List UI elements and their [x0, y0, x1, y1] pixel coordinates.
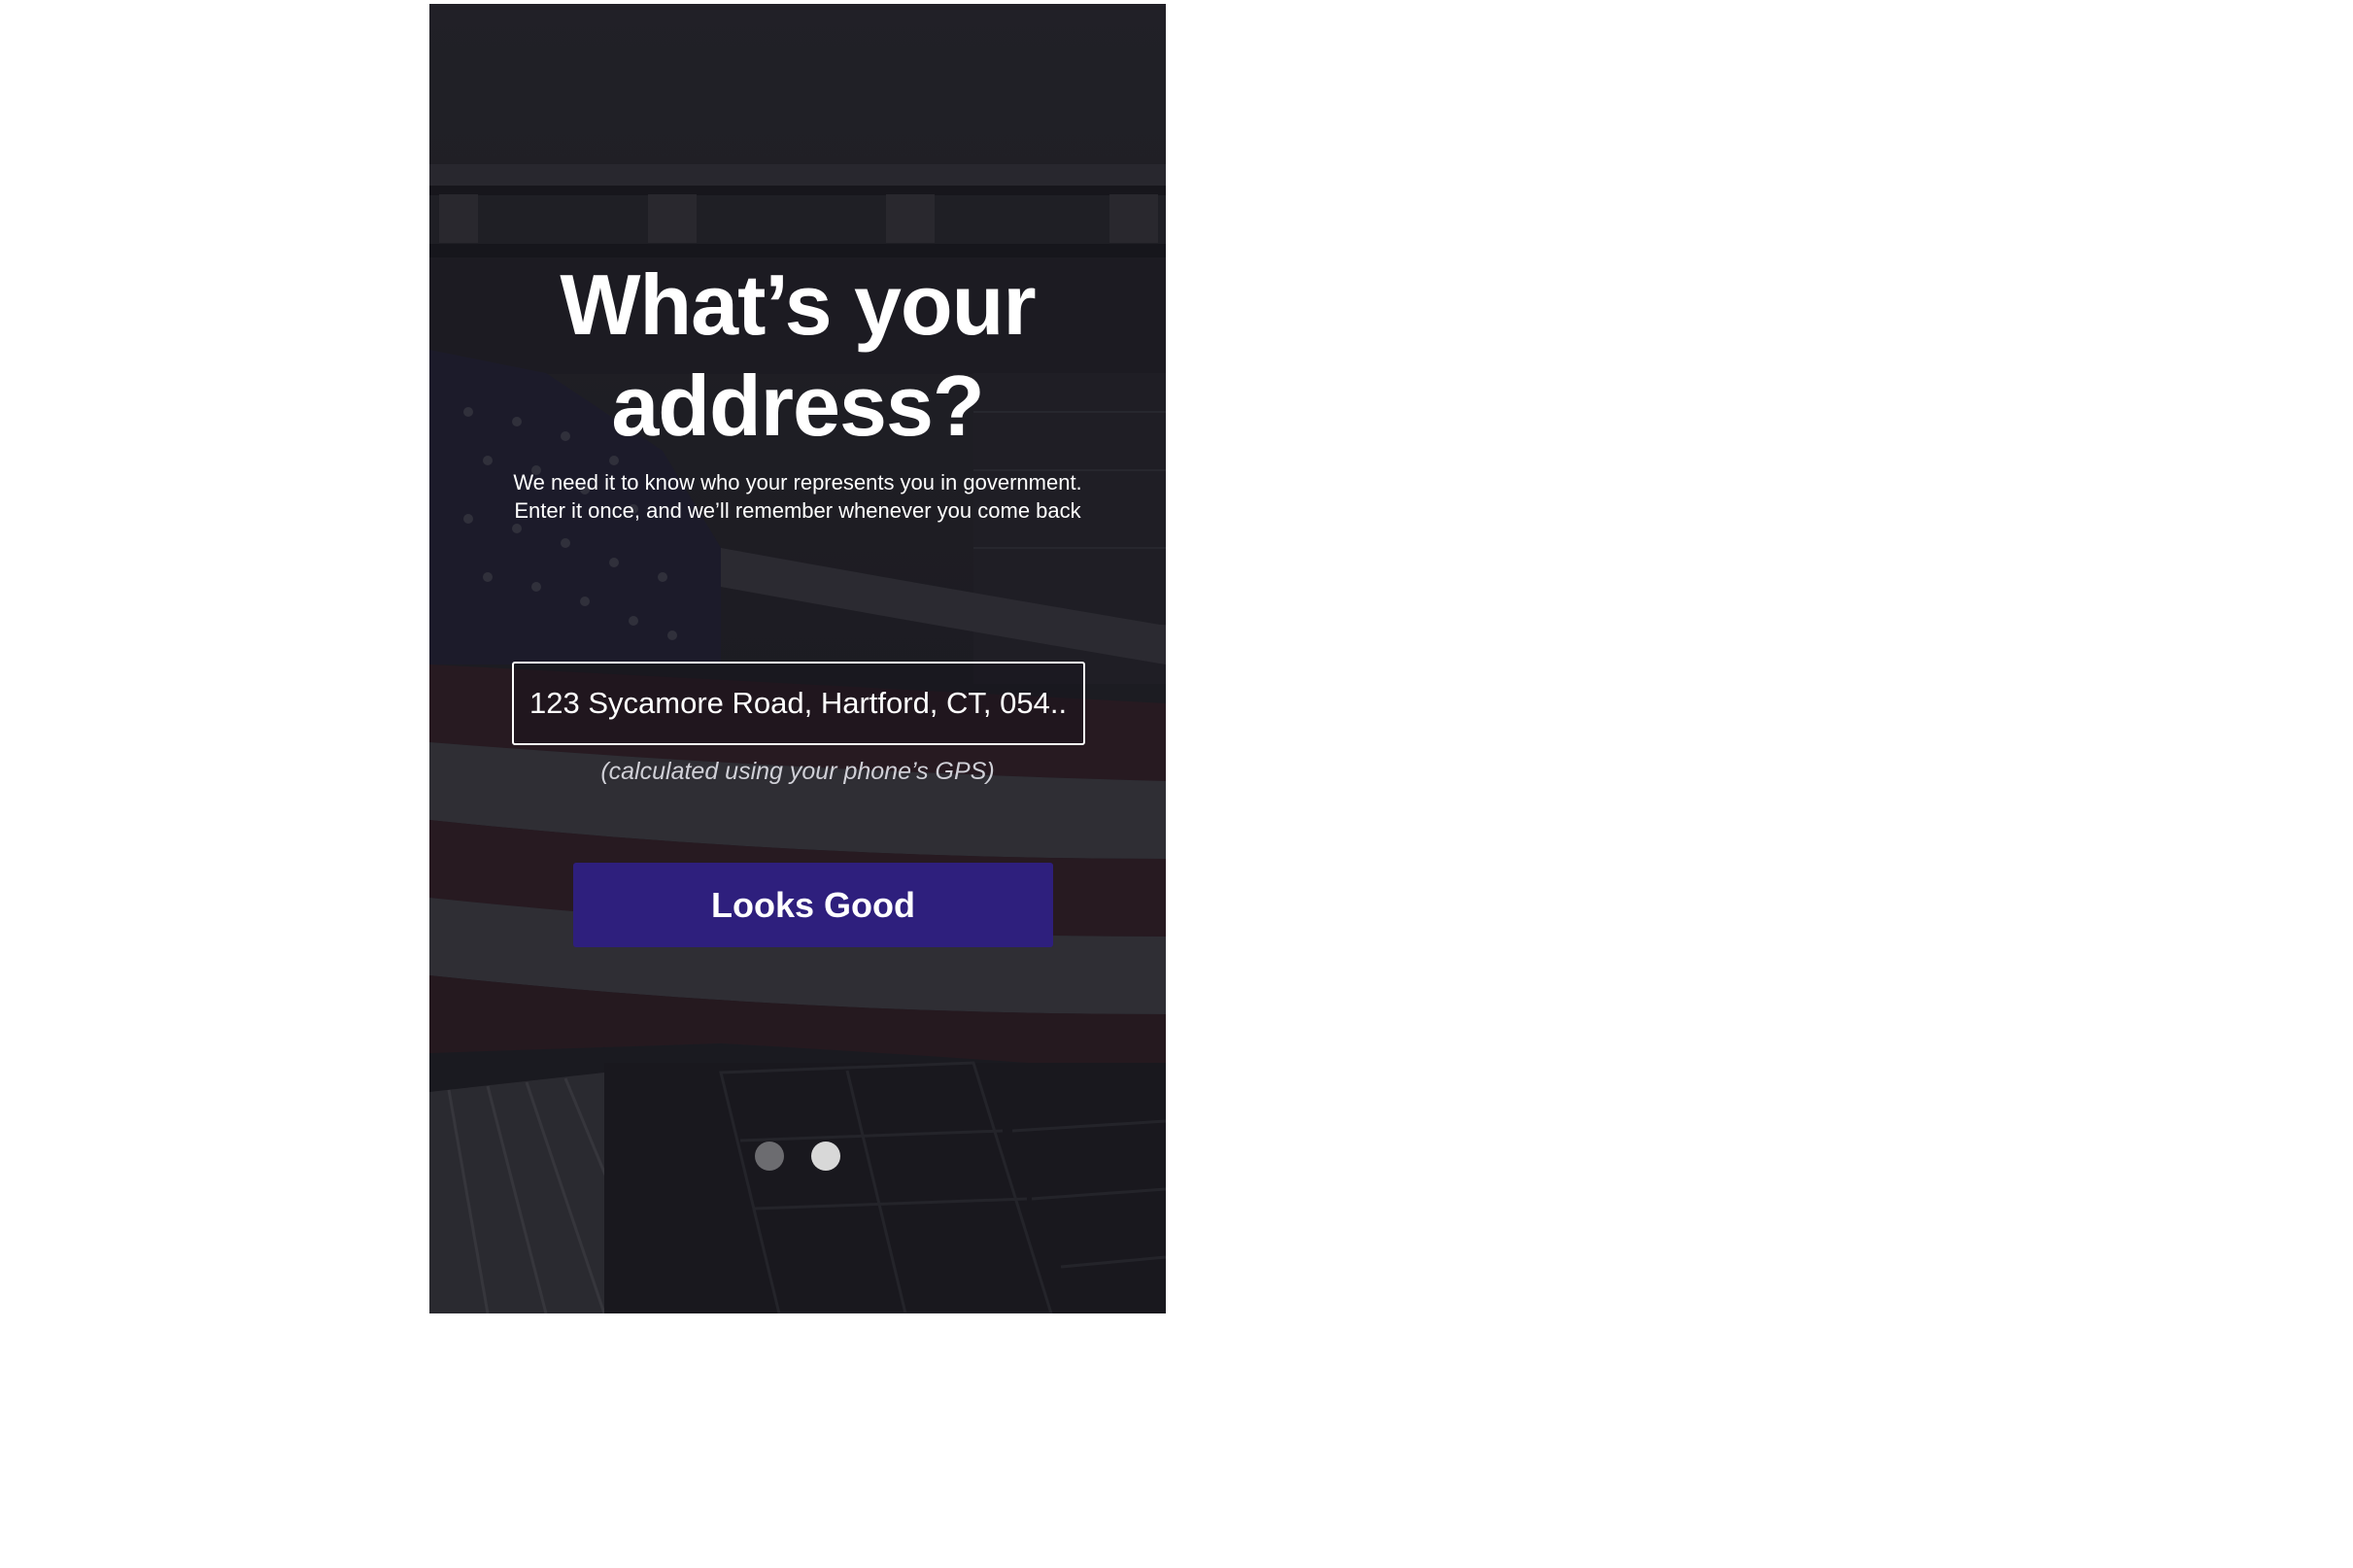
page-subtitle: We need it to know who your represents y…: [449, 468, 1146, 525]
subtitle-line-1: We need it to know who your represents y…: [513, 470, 1082, 494]
onboarding-screen: What’s your address? We need it to know …: [429, 4, 1166, 1313]
title-line-2: address?: [611, 358, 984, 454]
page-dot-1[interactable]: [755, 1142, 784, 1171]
gps-note: (calculated using your phone’s GPS): [600, 758, 995, 785]
page-title: What’s your address?: [429, 255, 1166, 457]
title-line-1: What’s your: [560, 256, 1036, 353]
page-dot-2[interactable]: [811, 1142, 840, 1171]
address-input[interactable]: [512, 662, 1085, 745]
address-form: What’s your address? We need it to know …: [429, 4, 1166, 1313]
subtitle-line-2: Enter it once, and we’ll remember whenev…: [514, 498, 1081, 523]
page-indicator: [429, 1142, 1166, 1171]
looks-good-button[interactable]: Looks Good: [573, 863, 1053, 947]
